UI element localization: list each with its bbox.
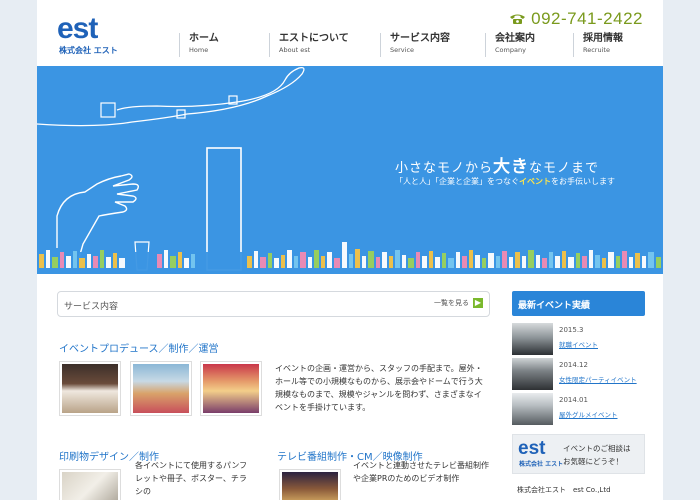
phone-number: 092-741-2422 (509, 9, 643, 29)
contact-message-line: イベントのご相談は (563, 444, 631, 453)
print-photo (59, 469, 121, 500)
nav-sublabel: Home (189, 46, 209, 54)
nav-company[interactable]: 会社案内 Company (485, 33, 573, 57)
event-photo-3 (200, 361, 262, 416)
nav-sublabel: About est (279, 46, 311, 54)
contact-logo-mark: est (518, 438, 546, 459)
event-item: 2015.3 就職イベント (512, 323, 645, 355)
company-name: 株式会社エスト est Co.,Ltd (517, 486, 611, 494)
hero-title-part: 小さなモノから (395, 161, 494, 176)
hero-subtitle-highlight: イベント (519, 177, 551, 186)
section-desc-print: 各イベントにて使用するパンフレットや冊子、ポスター、チラシの (135, 461, 248, 496)
nav-label: エストについて (279, 33, 349, 44)
event-date: 2014.12 (559, 361, 588, 369)
event-photo-2 (130, 361, 192, 416)
nav-sublabel: Service (390, 46, 415, 54)
hero-title-emphasis: 大き (493, 157, 530, 177)
contact-logo-company: 株式会社 エスト (519, 461, 564, 468)
event-date: 2014.01 (559, 396, 588, 404)
event-thumbnail (512, 323, 553, 355)
section-title-event[interactable]: イベントプロデュース／制作／運営 (59, 340, 219, 355)
hero-banner: 小さなモノから大きなモノまで 「人と人」「企業と企業」をつなぐイベントをお手伝い… (37, 66, 663, 274)
logo-mark: est (57, 12, 98, 45)
contact-message-line: お気軽にどうぞ！ (563, 457, 623, 466)
contact-message: イベントのご相談は お気軽にどうぞ！ (563, 442, 631, 468)
latest-events-heading: 最新イベント実績 (512, 291, 645, 316)
hero-subtitle-part: 「人と人」「企業と企業」をつなぐ (395, 177, 519, 186)
nav-recruit[interactable]: 採用情報 Recruite (573, 33, 643, 57)
latest-events-heading-text: 最新イベント実績 (518, 301, 591, 311)
service-header-label: サービス内容 (64, 302, 119, 312)
nav-sublabel: Company (495, 46, 526, 54)
nav-label: サービス内容 (390, 33, 450, 44)
event-photo-1 (59, 361, 121, 416)
service-header-bar: サービス内容 一覧を見る ▶ (57, 291, 490, 317)
event-item: 2014.01 屋外グルメイベント (512, 393, 645, 425)
header: est 株式会社 エスト 092-741-2422 ホーム Home エストにつ… (37, 0, 663, 66)
nav-sublabel: Recruite (583, 46, 610, 54)
view-all-label: 一覧を見る (434, 299, 469, 307)
view-all-link[interactable]: 一覧を見る ▶ (434, 298, 483, 308)
nav-label: ホーム (189, 33, 219, 44)
event-thumbnail (512, 358, 553, 390)
logo-company-name: 株式会社 エスト (59, 46, 118, 55)
hero-subtitle-part: をお手伝いします (551, 177, 615, 186)
phone-number-text: 092-741-2422 (531, 9, 643, 28)
hero-title: 小さなモノから大きなモノまで (395, 152, 599, 177)
event-item: 2014.12 女性限定パーティイベント (512, 358, 645, 390)
main-nav: ホーム Home エストについて About est サービス内容 Servic… (179, 33, 643, 57)
nav-label: 会社案内 (495, 33, 535, 44)
hero-subtitle: 「人と人」「企業と企業」をつなぐイベントをお手伝いします (395, 176, 615, 187)
nav-home[interactable]: ホーム Home (179, 33, 269, 57)
hero-title-part: なモノまで (529, 161, 600, 176)
contact-box[interactable]: est 株式会社 エスト イベントのご相談は お気軽にどうぞ！ (512, 434, 645, 474)
phone-icon (510, 14, 526, 24)
event-link[interactable]: 女性限定パーティイベント (559, 374, 637, 384)
nav-about[interactable]: エストについて About est (269, 33, 380, 57)
event-link[interactable]: 就職イベント (559, 339, 598, 349)
section-desc-event: イベントの企画・運営から、スタッフの手配まで。屋外・ホール等での小規模なものから… (275, 364, 483, 412)
nav-service[interactable]: サービス内容 Service (380, 33, 485, 57)
event-link[interactable]: 屋外グルメイベント (559, 409, 618, 419)
event-date: 2015.3 (559, 326, 584, 334)
section-desc-tv: イベントと連動させたテレビ番組制作や企業PRのためのビデオ制作 (353, 461, 489, 483)
arrow-right-icon: ▶ (473, 298, 483, 308)
page: est 株式会社 エスト 092-741-2422 ホーム Home エストにつ… (37, 0, 663, 500)
nav-label: 採用情報 (583, 33, 623, 44)
event-thumbnail (512, 393, 553, 425)
logo[interactable]: est 株式会社 エスト (57, 12, 118, 56)
tv-photo (279, 469, 341, 500)
